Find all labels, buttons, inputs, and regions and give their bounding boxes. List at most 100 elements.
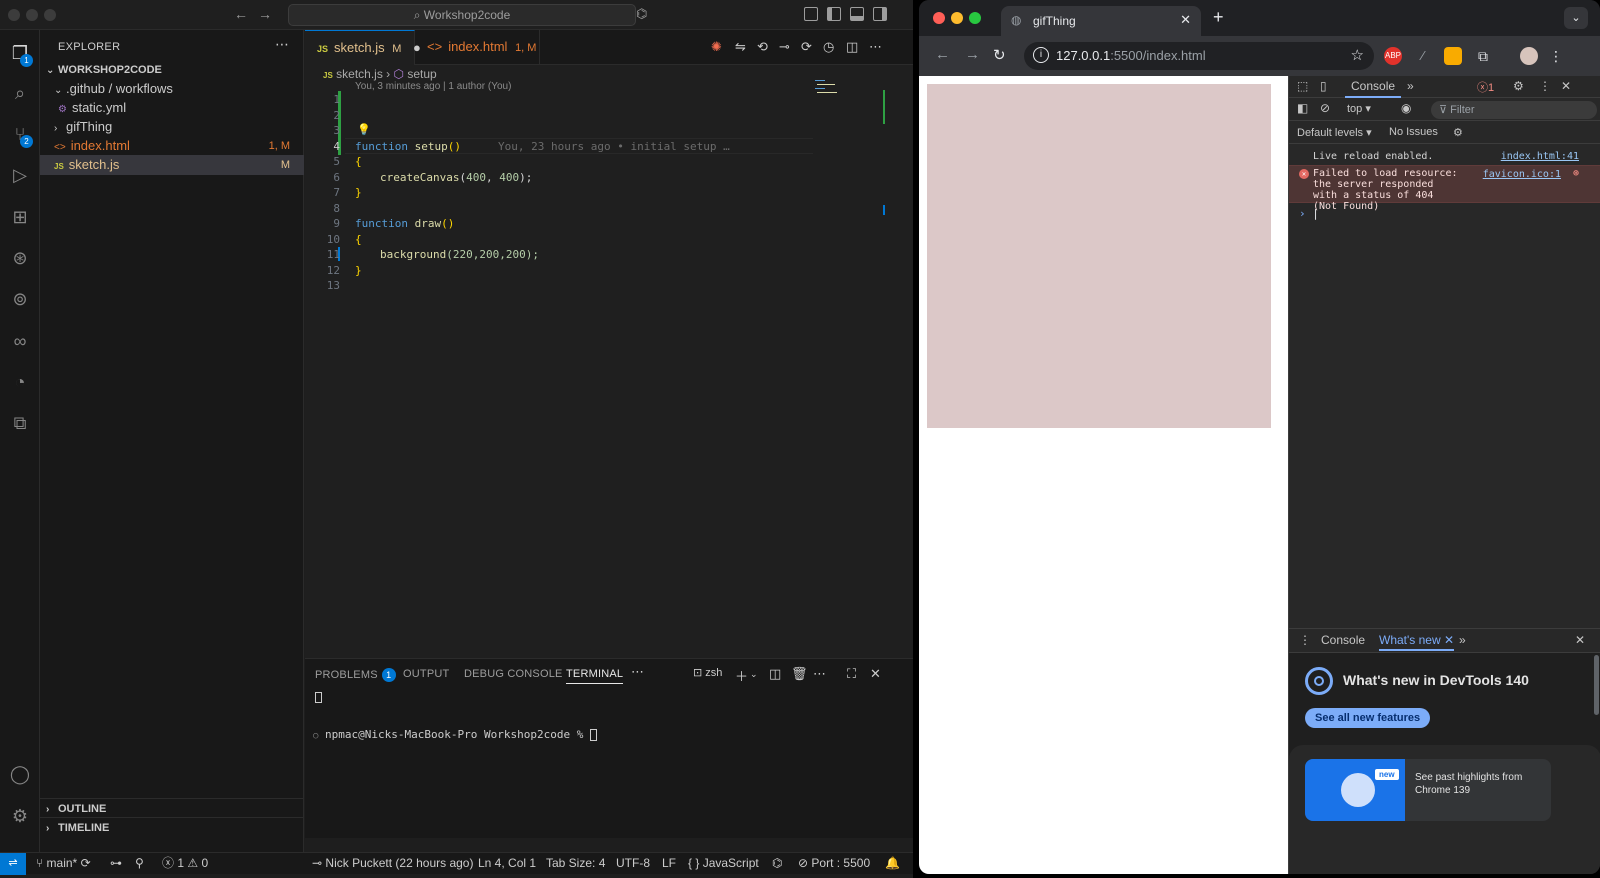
- drawer-tab-whats-new[interactable]: What's new ✕: [1379, 633, 1455, 651]
- back-arrow-icon[interactable]: ←: [935, 46, 950, 63]
- lightbulb-icon[interactable]: 💡: [357, 123, 371, 136]
- copilot-status-icon[interactable]: ⌬: [772, 853, 782, 874]
- window-minimize-dot[interactable]: [26, 9, 38, 21]
- tree-item-sketch-js[interactable]: JS sketch.js M: [40, 155, 304, 175]
- more-actions-icon[interactable]: ⋯: [275, 36, 289, 53]
- next-change-icon[interactable]: ⟳: [801, 39, 812, 55]
- git-graph-status-icon[interactable]: ⊶: [110, 853, 122, 874]
- notifications-bell-icon[interactable]: 🔔: [885, 853, 900, 874]
- outline-section-header[interactable]: › OUTLINE: [40, 798, 304, 818]
- live-server-status[interactable]: ⊘ Port : 5500: [798, 853, 870, 874]
- adblock-extension-icon[interactable]: ABP: [1384, 47, 1402, 65]
- new-tab-icon[interactable]: +: [1213, 7, 1224, 28]
- window-zoom-dot[interactable]: [44, 9, 56, 21]
- split-terminal-icon[interactable]: ◫: [769, 666, 781, 682]
- breadcrumb-symbol[interactable]: setup: [407, 67, 436, 81]
- more-actions-icon[interactable]: ⋯: [813, 666, 826, 682]
- tab-search-icon[interactable]: ⌄: [1564, 7, 1588, 29]
- deploy-icon[interactable]: ⚲: [135, 853, 144, 874]
- see-all-features-button[interactable]: See all new features: [1305, 708, 1431, 728]
- cursor-position[interactable]: Ln 4, Col 1: [478, 853, 536, 874]
- browser-tab[interactable]: ◍ gifThing ✕: [1001, 6, 1201, 36]
- keep-extension-icon[interactable]: [1444, 47, 1462, 65]
- console-settings-icon[interactable]: ⚙: [1453, 126, 1463, 139]
- maximize-panel-icon[interactable]: ⛶: [847, 666, 856, 682]
- tab-size[interactable]: Tab Size: 4: [546, 853, 605, 874]
- drawer-tab-console[interactable]: Console: [1321, 633, 1365, 647]
- branch-indicator[interactable]: ⑂ main* ⟳: [36, 853, 91, 874]
- language-mode[interactable]: { } JavaScript: [688, 853, 759, 874]
- remote-explorer-icon[interactable]: ⊚: [9, 288, 31, 310]
- code-line-6[interactable]: createCanvas(400, 400);: [380, 171, 532, 184]
- message-source-link[interactable]: index.html:41: [1501, 151, 1579, 162]
- code-line-9[interactable]: function draw(): [355, 217, 454, 230]
- context-select[interactable]: top ▾: [1347, 102, 1371, 115]
- forward-arrow-icon[interactable]: →: [965, 46, 980, 63]
- sidebar-toggle-icon[interactable]: ◧: [1297, 101, 1308, 115]
- tab-problems[interactable]: PROBLEMS 1: [315, 668, 396, 682]
- reload-icon[interactable]: ↻: [993, 46, 1006, 64]
- breadcrumb-file[interactable]: sketch.js: [336, 67, 383, 81]
- workspace-root[interactable]: ⌄ WORKSHOP2CODE: [40, 60, 304, 80]
- more-options-icon[interactable]: ⋮: [1539, 79, 1551, 93]
- forward-arrow-icon[interactable]: →: [258, 6, 272, 22]
- window-minimize-dot[interactable]: [951, 12, 963, 24]
- log-levels-dropdown[interactable]: Default levels ▾: [1297, 126, 1372, 139]
- compare-changes-icon[interactable]: ⇋: [735, 39, 746, 55]
- profile-avatar[interactable]: [1520, 47, 1538, 65]
- settings-gear-icon[interactable]: ⚙: [1513, 79, 1524, 93]
- close-tab-icon[interactable]: ✕: [1180, 12, 1191, 28]
- customize-layout-icon[interactable]: [804, 7, 818, 21]
- window-close-dot[interactable]: [933, 12, 945, 24]
- code-line-7[interactable]: }: [355, 186, 362, 199]
- account-icon[interactable]: ◯: [9, 763, 31, 785]
- close-devtools-icon[interactable]: ✕: [1561, 79, 1571, 93]
- more-actions-icon[interactable]: ⋯: [869, 39, 882, 55]
- extensions-puzzle-icon[interactable]: ⧉: [1474, 47, 1492, 65]
- code-line-10[interactable]: {: [355, 233, 362, 246]
- remote-icon[interactable]: ⧉: [9, 412, 31, 434]
- tab-console[interactable]: Console: [1345, 76, 1402, 98]
- error-count-badge[interactable]: ⓧ1: [1477, 79, 1494, 95]
- issues-link[interactable]: No Issues: [1389, 126, 1438, 138]
- ai-explain-icon[interactable]: ⊛: [1573, 168, 1579, 179]
- chrome-menu-icon[interactable]: ⋮: [1547, 47, 1565, 65]
- p5-canvas[interactable]: [927, 84, 1271, 428]
- search-icon[interactable]: ⌕: [9, 82, 31, 104]
- message-source-link[interactable]: favicon.ico:1: [1483, 169, 1561, 180]
- codelens-blame[interactable]: You, 3 minutes ago | 1 author (You): [355, 81, 511, 92]
- trash-icon[interactable]: 🗑: [791, 666, 808, 682]
- git-commit-icon[interactable]: ⊸: [779, 39, 790, 55]
- code-line-11[interactable]: background(220,200,200);: [380, 248, 539, 261]
- console-input[interactable]: › |: [1299, 207, 1319, 220]
- code-line-5[interactable]: {: [355, 155, 362, 168]
- tree-item-gifthing[interactable]: › gifThing: [40, 117, 304, 137]
- settings-gear-icon[interactable]: ⚙: [9, 805, 31, 827]
- live-server-icon[interactable]: ✺: [711, 39, 722, 55]
- clear-console-icon[interactable]: ⊘: [1320, 101, 1330, 115]
- tree-item-static-yml[interactable]: ⚙ static.yml: [40, 98, 304, 118]
- more-actions-icon[interactable]: ⋯: [631, 664, 644, 680]
- extensions-icon[interactable]: ⊞: [9, 206, 31, 228]
- close-panel-icon[interactable]: ✕: [870, 666, 881, 682]
- more-tabs-icon[interactable]: »: [1407, 79, 1414, 93]
- terminal-prompt-line[interactable]: ○ npmac@Nicks-MacBook-Pro Workshop2code …: [313, 728, 597, 741]
- tab-terminal[interactable]: TERMINAL: [566, 668, 624, 684]
- window-close-dot[interactable]: [8, 9, 20, 21]
- timeline-icon[interactable]: ◷: [823, 39, 834, 55]
- tab-sketch-js[interactable]: JS sketch.js M ●: [305, 30, 421, 65]
- problems-indicator[interactable]: ⓧ 1 ⚠ 0: [162, 853, 208, 874]
- new-terminal-icon[interactable]: ＋: [735, 666, 748, 685]
- highlights-card[interactable]: new See past highlights from Chrome 139: [1305, 759, 1551, 821]
- tab-output[interactable]: OUTPUT: [403, 668, 449, 680]
- timeline-section-header[interactable]: › TIMELINE: [40, 817, 304, 837]
- more-tabs-icon[interactable]: »: [1459, 633, 1466, 647]
- tab-debug-console[interactable]: DEBUG CONSOLE: [464, 668, 563, 680]
- close-tab-icon[interactable]: ✕: [1444, 633, 1454, 647]
- filter-input[interactable]: ⊽ Filter: [1431, 101, 1597, 119]
- live-expression-eye-icon[interactable]: ◉: [1401, 101, 1411, 115]
- video-thumbnail[interactable]: new: [1305, 759, 1405, 821]
- toggle-panel-icon[interactable]: [850, 7, 864, 21]
- copilot-icon[interactable]: ⌬: [636, 6, 647, 22]
- tab-index-html[interactable]: <> index.html 1, M: [415, 30, 540, 65]
